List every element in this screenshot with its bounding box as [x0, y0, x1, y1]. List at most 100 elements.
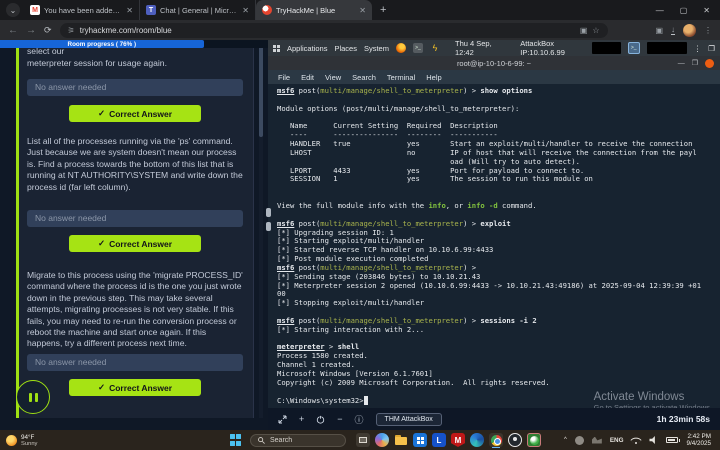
info-icon[interactable]: ⓘ [355, 413, 364, 426]
copilot-button[interactable] [375, 433, 389, 447]
workspace-switcher-icon[interactable]: ❐ [708, 44, 715, 53]
tray-chevron-icon[interactable]: ^ [564, 437, 567, 443]
tab-teams[interactable]: T Chat | General | Microsoft Team ✕ [140, 0, 256, 20]
answer-field[interactable]: No answer needed [27, 354, 243, 371]
applications-menu[interactable]: Applications [287, 44, 327, 53]
window-maximize-button[interactable]: ▢ [680, 6, 688, 15]
download-icon[interactable]: ↓ [671, 25, 675, 35]
sun-icon [6, 435, 17, 446]
task-panel: indeed system. Background this shell aft… [0, 40, 268, 430]
redacted-window-title [592, 42, 621, 54]
system-tray: ^ ENG 2:42 PM 9/4/2025 [564, 433, 720, 448]
terminal-titlebar[interactable]: root@ip-10-10-6-99: ~ — ❐ [268, 56, 720, 70]
check-icon: ✓ [98, 108, 105, 119]
menu-search[interactable]: Search [352, 73, 376, 82]
redacted-window-title [647, 42, 687, 54]
terminal-title: root@ip-10-10-6-99: ~ [268, 59, 720, 68]
chrome-button[interactable] [489, 433, 503, 447]
terminal-close-button[interactable] [705, 59, 714, 68]
screenshot-icon[interactable]: ▣ [580, 26, 588, 35]
power-icon[interactable] [316, 415, 325, 424]
check-icon: ✓ [98, 382, 105, 393]
add-time-icon[interactable]: + [299, 414, 304, 424]
places-menu[interactable]: Places [334, 44, 357, 53]
tab-gmail[interactable]: M You have been added as a gues ✕ [24, 0, 140, 20]
forward-button[interactable]: → [26, 25, 36, 36]
tab-close-icon[interactable]: ✕ [359, 6, 366, 15]
active-terminal-window-button[interactable]: >_ [628, 42, 640, 54]
tab-title: Chat | General | Microsoft Team [160, 6, 238, 15]
terminal-restore-button[interactable]: ❐ [692, 59, 698, 67]
url-text: tryhackme.com/room/blue [80, 26, 172, 35]
tab-search-button[interactable]: ⌄ [6, 3, 20, 17]
menu-view[interactable]: View [325, 73, 341, 82]
system-menu[interactable]: System [364, 44, 389, 53]
tab-close-icon[interactable]: ✕ [126, 6, 133, 15]
terminal-menubar: File Edit View Search Terminal Help [268, 70, 720, 84]
fullscreen-icon[interactable] [278, 415, 287, 424]
thm-attackbox-label: THM AttackBox [376, 413, 442, 426]
room-progress-bar: Room progress ( 76% ) [0, 40, 268, 48]
volume-icon[interactable] [649, 436, 658, 444]
address-bar[interactable]: ⚞ tryhackme.com/room/blue ▣ ☆ [60, 23, 608, 38]
split-divider-handle[interactable] [266, 208, 272, 234]
menu-terminal[interactable]: Terminal [387, 73, 415, 82]
tab-tryhackme[interactable]: TryHackMe | Blue ✕ [256, 0, 372, 20]
menu-file[interactable]: File [278, 73, 290, 82]
language-indicator[interactable]: ENG [610, 437, 624, 444]
extensions-icon[interactable]: ▣ [655, 26, 663, 35]
panel-menu-icon[interactable]: ⋮ [694, 44, 702, 53]
tab-title: TryHackMe | Blue [276, 6, 355, 15]
edge-button[interactable] [470, 433, 484, 447]
firefox-icon[interactable] [396, 43, 406, 53]
terminal-minimize-button[interactable]: — [678, 60, 685, 67]
terminal-launcher-icon[interactable]: >_ [413, 43, 423, 53]
start-button[interactable] [230, 434, 242, 446]
wifi-icon[interactable] [631, 436, 641, 444]
weather-widget[interactable]: 94°F Sunny [0, 434, 230, 447]
microsoft-store-button[interactable] [413, 433, 427, 447]
panel-scrollbar[interactable] [259, 40, 263, 418]
bookmark-star-icon[interactable]: ☆ [592, 26, 599, 35]
window-minimize-button[interactable]: — [656, 6, 664, 15]
l-app-button[interactable]: L [432, 433, 446, 447]
session-timer: 1h 23min 58s [657, 414, 710, 424]
menu-help[interactable]: Help [426, 73, 441, 82]
pause-machine-button[interactable] [16, 380, 50, 414]
gmail-icon: M [30, 5, 40, 15]
browser-menu-icon[interactable]: ⋮ [704, 26, 712, 35]
tray-app-icon[interactable] [575, 436, 584, 445]
back-button[interactable]: ← [8, 25, 18, 36]
panel-clock[interactable]: Thu 4 Sep, 12:42 [455, 39, 501, 57]
question-text: Migrate to this process using the 'migra… [27, 270, 243, 350]
obs-button[interactable] [508, 433, 522, 447]
mcafee-button[interactable]: M [451, 433, 465, 447]
taskbar-search-input[interactable]: Search [250, 434, 346, 447]
correct-answer-button[interactable]: ✓ Correct Answer [69, 235, 201, 252]
question-text: List all of the processes running via th… [27, 136, 243, 193]
file-explorer-button[interactable] [394, 433, 408, 447]
profile-avatar[interactable] [683, 24, 696, 37]
attackbox-ip-label: AttackBox IP:10.10.6.99 [520, 39, 585, 57]
taskbar-clock[interactable]: 2:42 PM 9/4/2025 [686, 433, 715, 448]
answer-field[interactable]: No answer needed [27, 79, 243, 96]
wireshark-icon[interactable]: ϟ [430, 43, 440, 53]
tray-app-icon[interactable] [592, 437, 602, 444]
site-info-icon[interactable]: ⚞ [68, 26, 75, 35]
task-view-button[interactable] [356, 433, 370, 447]
terminal-output[interactable]: msf6 post(multi/manage/shell_to_meterpre… [268, 84, 720, 408]
reload-button[interactable]: ⟳ [44, 25, 52, 36]
correct-answer-button[interactable]: ✓ Correct Answer [69, 379, 201, 396]
new-tab-button[interactable]: + [380, 4, 386, 16]
tab-close-icon[interactable]: ✕ [242, 6, 249, 15]
window-close-button[interactable]: ✕ [703, 6, 710, 15]
correct-answer-button[interactable]: ✓ Correct Answer [69, 105, 201, 122]
menu-edit[interactable]: Edit [301, 73, 314, 82]
applications-grid-icon [273, 45, 280, 52]
browser-toolbar: ← → ⟳ ⚞ tryhackme.com/room/blue ▣ ☆ ▣ ↓ … [0, 20, 720, 40]
minimize-view-icon[interactable]: − [337, 414, 342, 424]
xbox-button[interactable] [527, 433, 541, 447]
answer-field[interactable]: No answer needed [27, 210, 243, 227]
battery-icon[interactable] [666, 437, 678, 443]
weather-temp: 94°F [21, 434, 37, 441]
